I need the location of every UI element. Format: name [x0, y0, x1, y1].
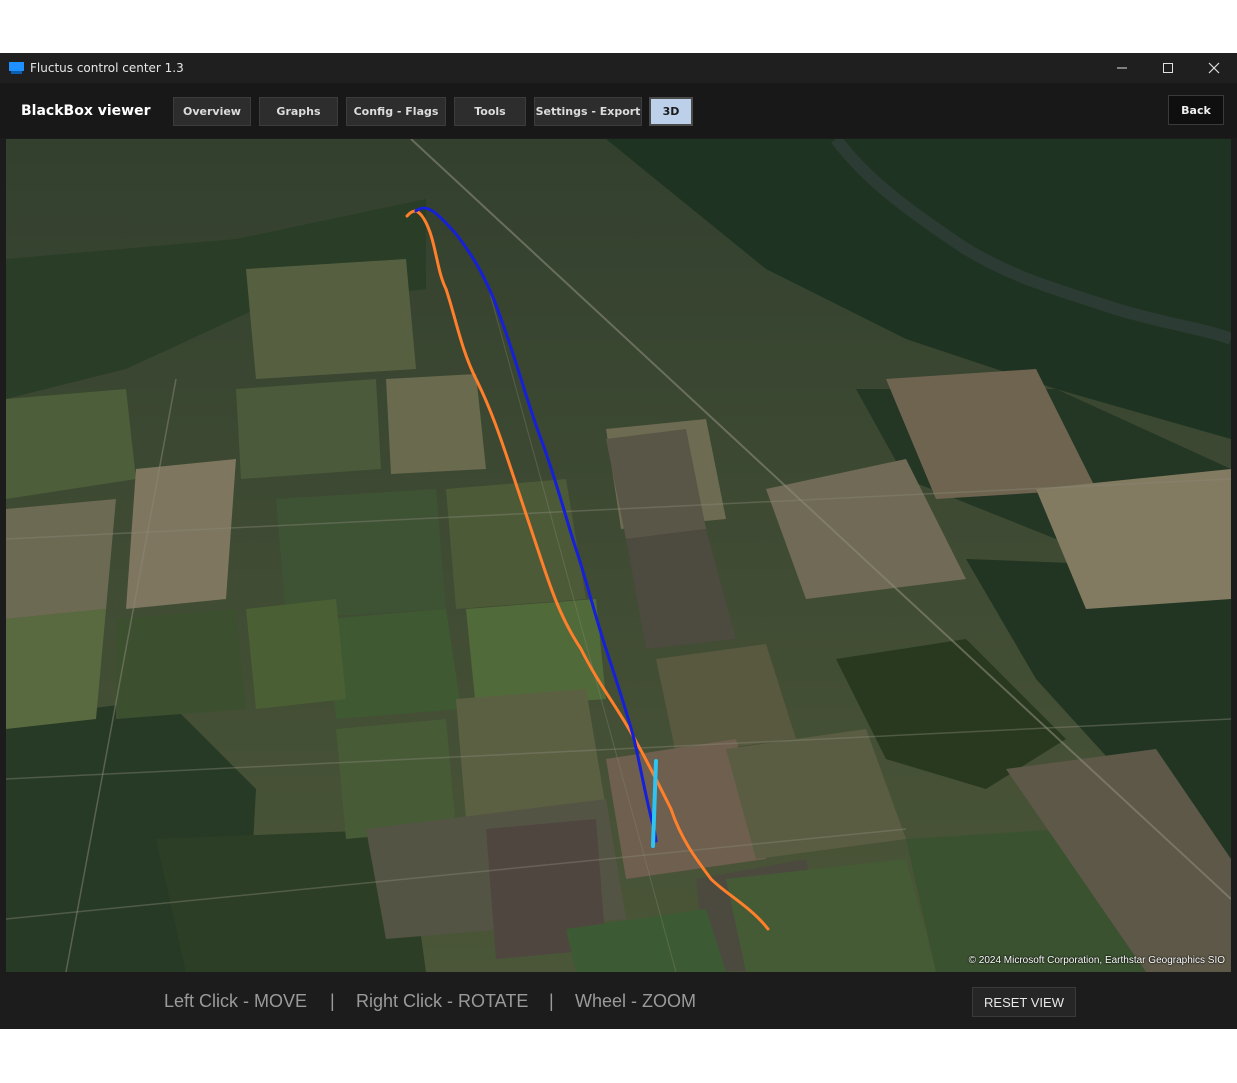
- close-icon: [1208, 62, 1220, 74]
- map-3d-view[interactable]: © 2024 Microsoft Corporation, Earthstar …: [6, 139, 1231, 972]
- tab-settings-export[interactable]: Settings - Export: [534, 97, 642, 126]
- hint-left-click: Left Click - MOVE: [164, 991, 308, 1011]
- minimize-button[interactable]: [1099, 53, 1145, 83]
- maximize-icon: [1163, 63, 1173, 73]
- tab-overview[interactable]: Overview: [173, 97, 251, 126]
- satellite-terrain: [6, 139, 1231, 972]
- tab-config-flags[interactable]: Config - Flags: [346, 97, 446, 126]
- toolbar: BlackBox viewer Overview Graphs Config -…: [0, 83, 1237, 138]
- maximize-button[interactable]: [1145, 53, 1191, 83]
- back-button[interactable]: Back: [1168, 95, 1224, 125]
- hint-separator: |: [330, 991, 335, 1011]
- window-title: Fluctus control center 1.3: [30, 61, 184, 75]
- tab-graphs[interactable]: Graphs: [259, 97, 338, 126]
- footer-bar: Left Click - MOVE | Right Click - ROTATE…: [0, 972, 1237, 1029]
- hint-right-click: Right Click - ROTATE: [356, 991, 529, 1011]
- page-title: BlackBox viewer: [21, 103, 151, 119]
- app-window: Fluctus control center 1.3 BlackBox view…: [0, 53, 1237, 1029]
- tab-3d[interactable]: 3D: [649, 97, 693, 126]
- close-button[interactable]: [1191, 53, 1237, 83]
- title-bar[interactable]: Fluctus control center 1.3: [0, 53, 1237, 83]
- minimize-icon: [1117, 67, 1127, 69]
- hint-wheel: Wheel - ZOOM: [575, 991, 697, 1011]
- reset-view-button[interactable]: RESET VIEW: [972, 987, 1076, 1017]
- hint-separator: |: [549, 991, 554, 1011]
- map-attribution: © 2024 Microsoft Corporation, Earthstar …: [968, 955, 1225, 966]
- tab-tools[interactable]: Tools: [454, 97, 526, 126]
- app-icon: [9, 62, 24, 74]
